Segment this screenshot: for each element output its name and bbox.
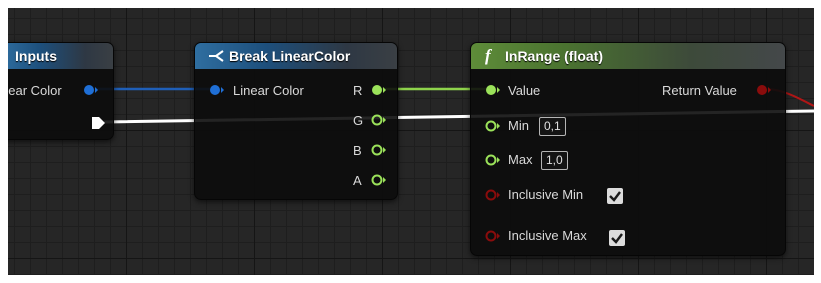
inclusive-min-checkbox[interactable] (607, 188, 623, 204)
inclusive-max-checkbox[interactable] (609, 230, 625, 246)
inclusive-min-label: Inclusive Min (508, 187, 584, 202)
break-struct-icon (207, 49, 225, 68)
linear-color-input-pin[interactable] (209, 84, 225, 96)
max-value-field[interactable]: 1,0 (541, 151, 568, 170)
inputs-node[interactable]: Inputs near Color (8, 42, 114, 140)
min-input-label: Min (508, 118, 529, 133)
inputs-node-title: Inputs (15, 48, 57, 64)
g-output-pin[interactable] (371, 114, 387, 126)
value-input-label: Value (508, 83, 541, 98)
max-input-pin[interactable] (485, 154, 501, 166)
inclusive-min-input-pin[interactable] (485, 189, 501, 201)
inclusive-max-label: Inclusive Max (508, 228, 587, 243)
value-input-pin[interactable] (485, 84, 501, 96)
b-output-label: B (353, 143, 362, 158)
inclusive-max-input-pin[interactable] (485, 230, 501, 242)
max-input-label: Max (508, 152, 533, 167)
inrange-float-node[interactable]: f InRange (float) Value Return Value Min… (470, 42, 786, 256)
r-output-pin[interactable] (371, 84, 387, 96)
min-value-field[interactable]: 0,1 (539, 117, 566, 136)
linear-color-input-label: Linear Color (233, 83, 304, 98)
blueprint-graph-canvas[interactable]: Inputs near Color Break LinearColor Line… (8, 8, 814, 275)
linear-color-output-pin[interactable] (83, 84, 99, 96)
exec-output-pin[interactable] (91, 116, 107, 129)
function-icon: f (485, 46, 491, 65)
g-output-label: G (353, 113, 364, 128)
inrange-float-title: InRange (float) (505, 48, 603, 64)
linear-color-output-label: near Color (8, 83, 62, 98)
b-output-pin[interactable] (371, 144, 387, 156)
min-input-pin[interactable] (485, 120, 501, 132)
r-output-label: R (353, 83, 363, 98)
a-output-label: A (353, 173, 362, 188)
a-output-pin[interactable] (371, 174, 387, 186)
return-value-output-pin[interactable] (756, 84, 772, 96)
break-linearcolor-node[interactable]: Break LinearColor Linear Color R G B A (194, 42, 398, 200)
return-value-label: Return Value (662, 83, 737, 98)
break-linearcolor-title: Break LinearColor (229, 48, 351, 64)
